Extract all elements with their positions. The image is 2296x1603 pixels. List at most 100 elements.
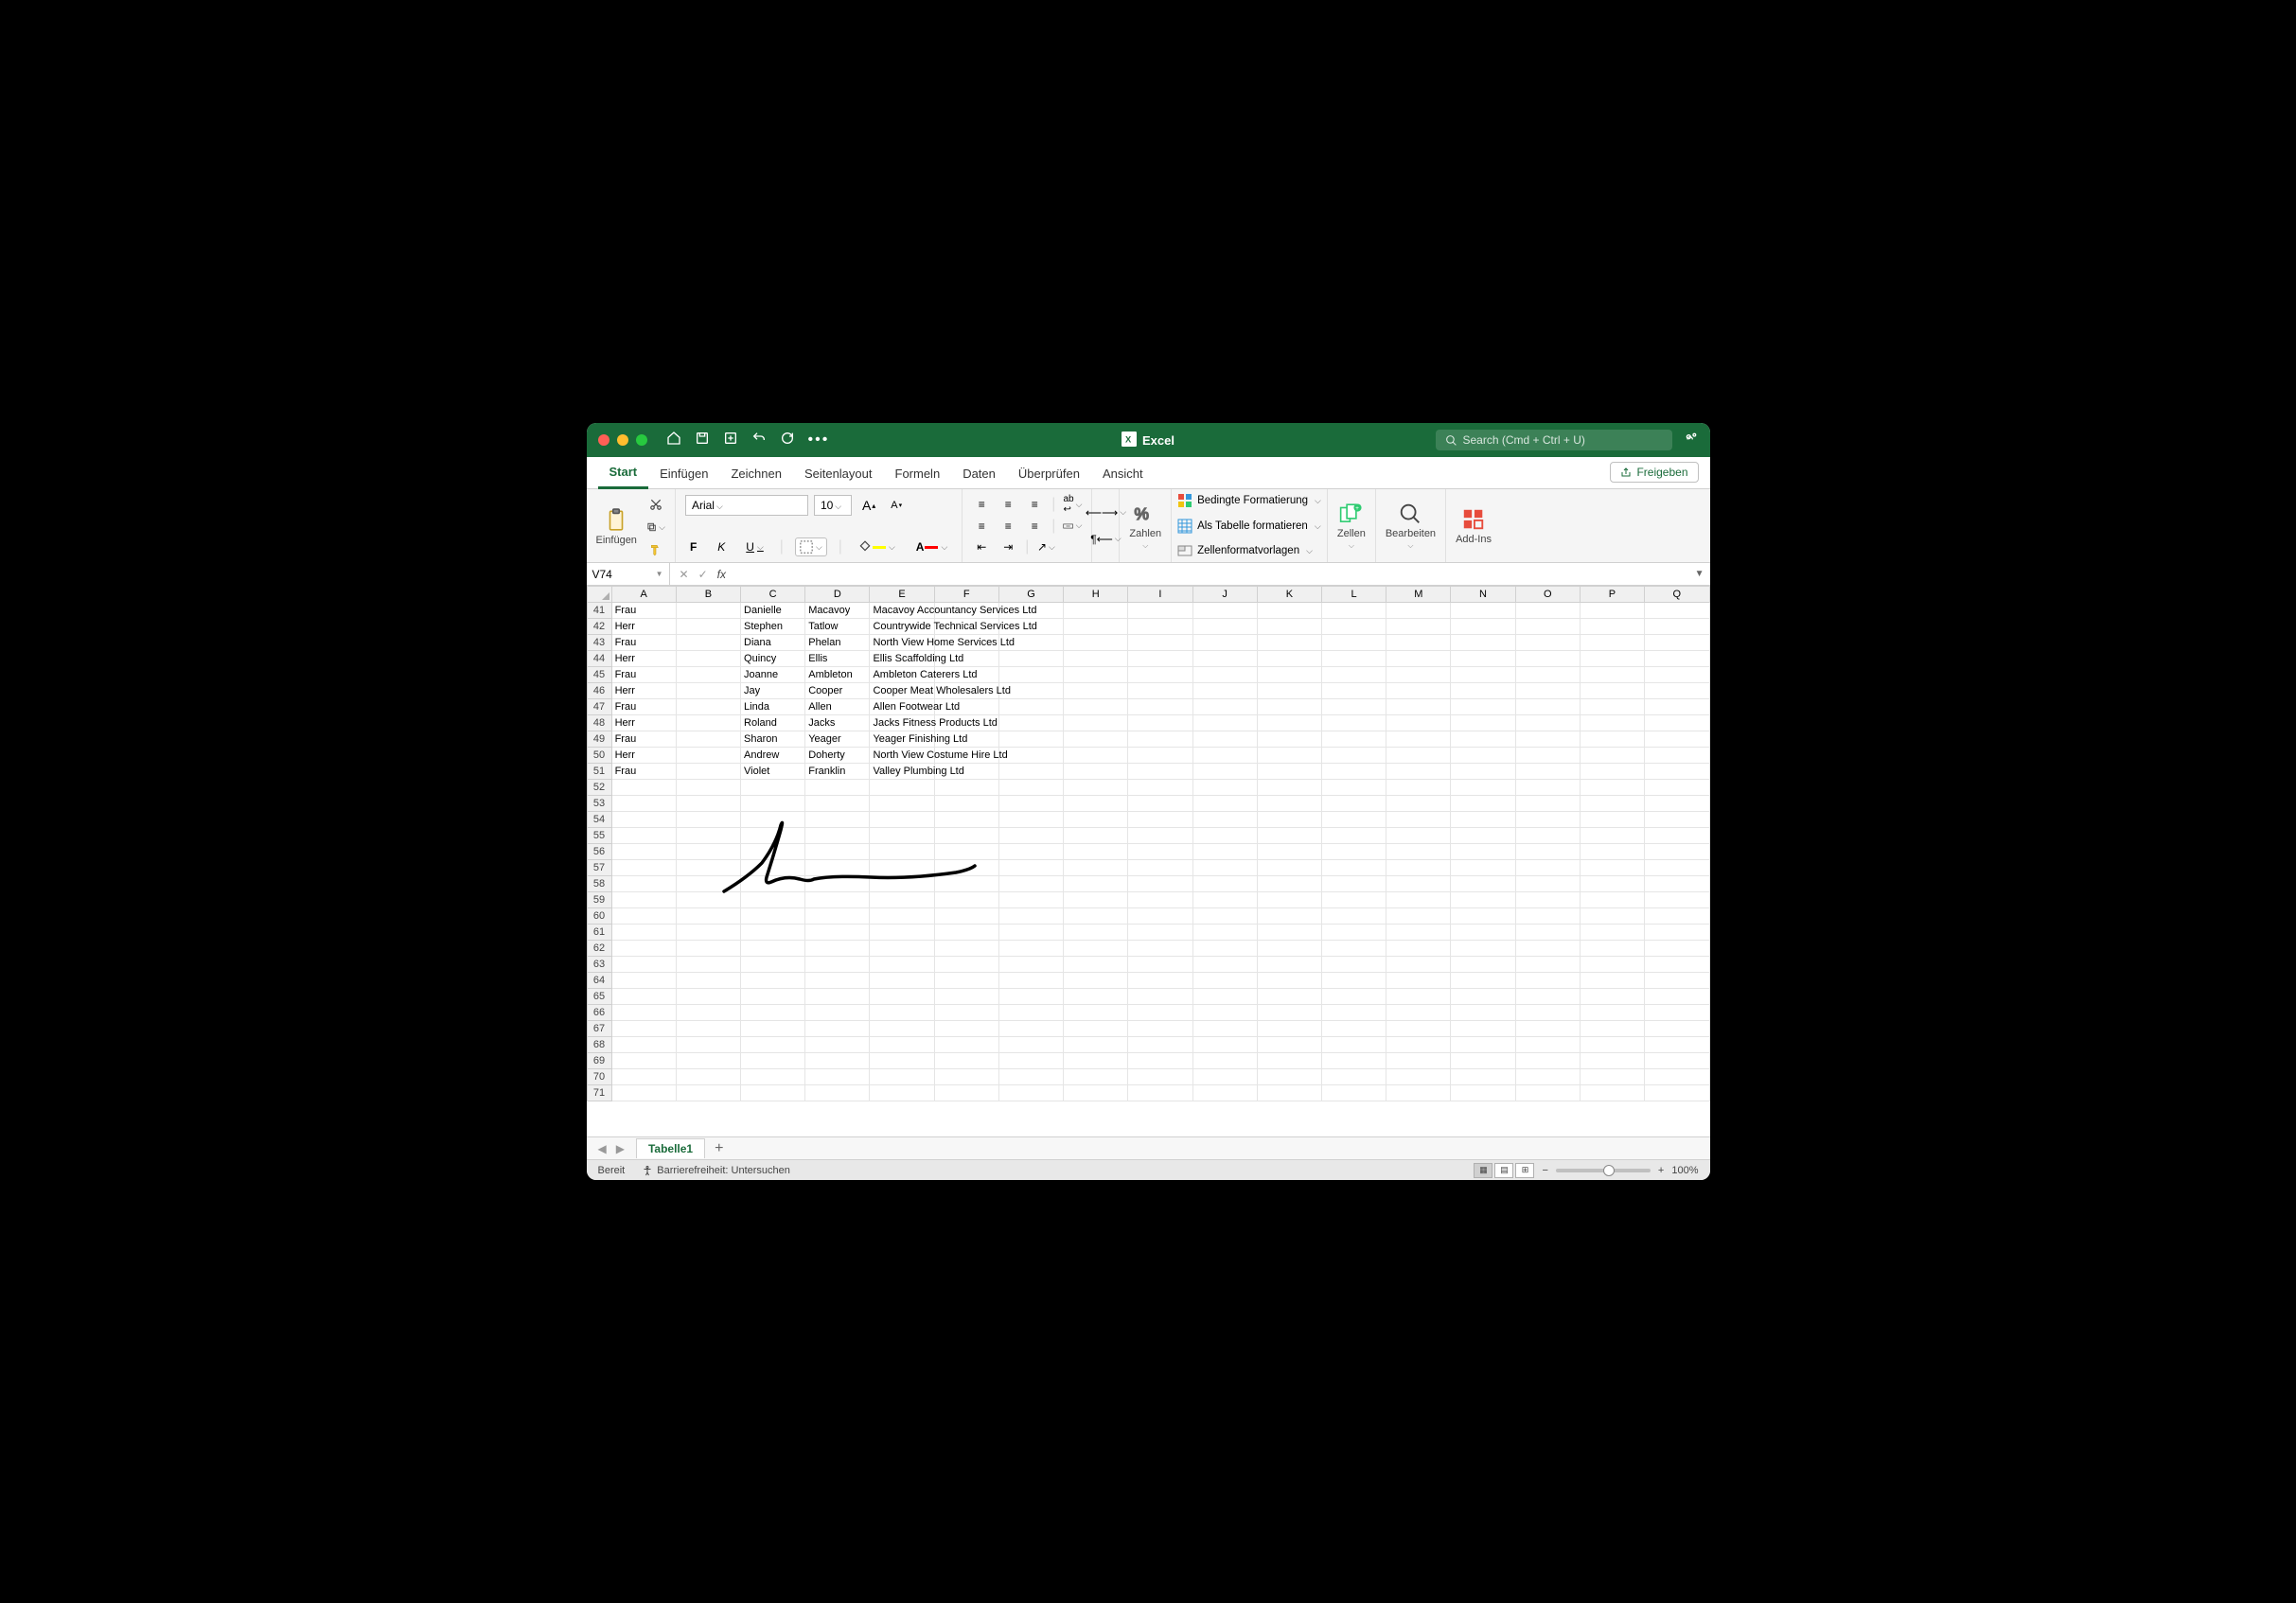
cell[interactable] bbox=[998, 812, 1063, 828]
font-size-select[interactable]: 10 bbox=[814, 495, 852, 516]
cell[interactable] bbox=[1645, 651, 1709, 667]
cell[interactable] bbox=[1386, 619, 1451, 635]
copy-button[interactable] bbox=[646, 518, 665, 537]
cell[interactable]: Cooper bbox=[805, 683, 870, 699]
cell[interactable] bbox=[676, 635, 740, 651]
cell[interactable] bbox=[1257, 860, 1321, 876]
cell[interactable]: Frau bbox=[611, 699, 676, 715]
cell[interactable] bbox=[998, 908, 1063, 925]
row-header[interactable]: 62 bbox=[587, 941, 611, 957]
cell[interactable] bbox=[1321, 796, 1386, 812]
cell[interactable] bbox=[1451, 941, 1515, 957]
cell[interactable] bbox=[676, 1085, 740, 1101]
cell[interactable] bbox=[1192, 796, 1257, 812]
cell[interactable] bbox=[611, 957, 676, 973]
cell[interactable] bbox=[676, 731, 740, 748]
cell[interactable] bbox=[934, 989, 998, 1005]
cell[interactable] bbox=[611, 925, 676, 941]
cell[interactable] bbox=[1321, 812, 1386, 828]
cell[interactable] bbox=[1386, 667, 1451, 683]
cell[interactable] bbox=[1515, 651, 1580, 667]
cell[interactable] bbox=[741, 812, 805, 828]
orientation-button[interactable]: ↗ bbox=[1036, 537, 1055, 556]
cell[interactable] bbox=[676, 1069, 740, 1085]
cell[interactable] bbox=[1064, 989, 1128, 1005]
cell[interactable] bbox=[1321, 619, 1386, 635]
cell[interactable] bbox=[1515, 603, 1580, 619]
cell[interactable] bbox=[1451, 1021, 1515, 1037]
cell[interactable] bbox=[998, 989, 1063, 1005]
cell[interactable] bbox=[741, 1037, 805, 1053]
cell[interactable] bbox=[1645, 828, 1709, 844]
cell[interactable] bbox=[1192, 683, 1257, 699]
cell[interactable] bbox=[611, 989, 676, 1005]
cell[interactable] bbox=[805, 989, 870, 1005]
cell[interactable] bbox=[1128, 973, 1192, 989]
cell[interactable]: Herr bbox=[611, 683, 676, 699]
cell[interactable] bbox=[1645, 860, 1709, 876]
cell[interactable] bbox=[1580, 780, 1644, 796]
row-header[interactable]: 59 bbox=[587, 892, 611, 908]
cell[interactable] bbox=[1580, 731, 1644, 748]
cell[interactable] bbox=[1580, 1069, 1644, 1085]
cell[interactable]: Countrywide Technical Services Ltd bbox=[870, 619, 934, 635]
cell[interactable] bbox=[1451, 892, 1515, 908]
cell[interactable] bbox=[1128, 699, 1192, 715]
cell[interactable] bbox=[1257, 603, 1321, 619]
cell[interactable] bbox=[1645, 1005, 1709, 1021]
cell[interactable] bbox=[998, 1037, 1063, 1053]
column-header-F[interactable]: F bbox=[934, 587, 998, 603]
cell[interactable] bbox=[998, 844, 1063, 860]
cell[interactable] bbox=[1515, 667, 1580, 683]
cell[interactable] bbox=[1451, 860, 1515, 876]
cell[interactable] bbox=[1257, 731, 1321, 748]
cell[interactable] bbox=[676, 925, 740, 941]
cell[interactable]: Herr bbox=[611, 715, 676, 731]
cell[interactable] bbox=[1128, 1085, 1192, 1101]
row-header[interactable]: 54 bbox=[587, 812, 611, 828]
row-header[interactable]: 63 bbox=[587, 957, 611, 973]
redo-button[interactable] bbox=[780, 431, 795, 450]
cell[interactable] bbox=[805, 908, 870, 925]
cell[interactable] bbox=[870, 1021, 934, 1037]
cell[interactable] bbox=[934, 844, 998, 860]
cell[interactable] bbox=[1128, 796, 1192, 812]
cell[interactable]: Frau bbox=[611, 635, 676, 651]
cell[interactable] bbox=[1064, 699, 1128, 715]
cell[interactable] bbox=[1580, 812, 1644, 828]
cell[interactable] bbox=[934, 780, 998, 796]
cell[interactable] bbox=[1645, 683, 1709, 699]
cell[interactable] bbox=[1128, 731, 1192, 748]
cell[interactable] bbox=[611, 780, 676, 796]
cell[interactable] bbox=[1580, 1085, 1644, 1101]
cell[interactable] bbox=[1321, 844, 1386, 860]
font-name-select[interactable]: Arial bbox=[685, 495, 808, 516]
row-header[interactable]: 52 bbox=[587, 780, 611, 796]
cell[interactable] bbox=[1645, 1069, 1709, 1085]
cell[interactable] bbox=[1580, 1037, 1644, 1053]
fullscreen-window-button[interactable] bbox=[636, 434, 647, 446]
cell[interactable] bbox=[934, 1021, 998, 1037]
cell[interactable] bbox=[1386, 941, 1451, 957]
cell[interactable] bbox=[1645, 957, 1709, 973]
tab-draw[interactable]: Zeichnen bbox=[719, 459, 792, 488]
cell[interactable] bbox=[676, 828, 740, 844]
cell[interactable] bbox=[1321, 1037, 1386, 1053]
cancel-formula-icon[interactable]: ✕ bbox=[680, 568, 689, 581]
cell[interactable] bbox=[1645, 796, 1709, 812]
cell[interactable] bbox=[1257, 1037, 1321, 1053]
cell[interactable] bbox=[676, 1053, 740, 1069]
cell[interactable] bbox=[1192, 603, 1257, 619]
cell[interactable] bbox=[741, 1021, 805, 1037]
cell[interactable] bbox=[870, 876, 934, 892]
column-header-G[interactable]: G bbox=[998, 587, 1063, 603]
cell[interactable] bbox=[1451, 925, 1515, 941]
cell[interactable] bbox=[1192, 748, 1257, 764]
column-header-B[interactable]: B bbox=[676, 587, 740, 603]
cell[interactable] bbox=[1064, 957, 1128, 973]
cell[interactable] bbox=[1064, 1085, 1128, 1101]
cell[interactable] bbox=[1386, 925, 1451, 941]
cell[interactable] bbox=[934, 908, 998, 925]
column-header-E[interactable]: E bbox=[870, 587, 934, 603]
cell[interactable] bbox=[1515, 908, 1580, 925]
